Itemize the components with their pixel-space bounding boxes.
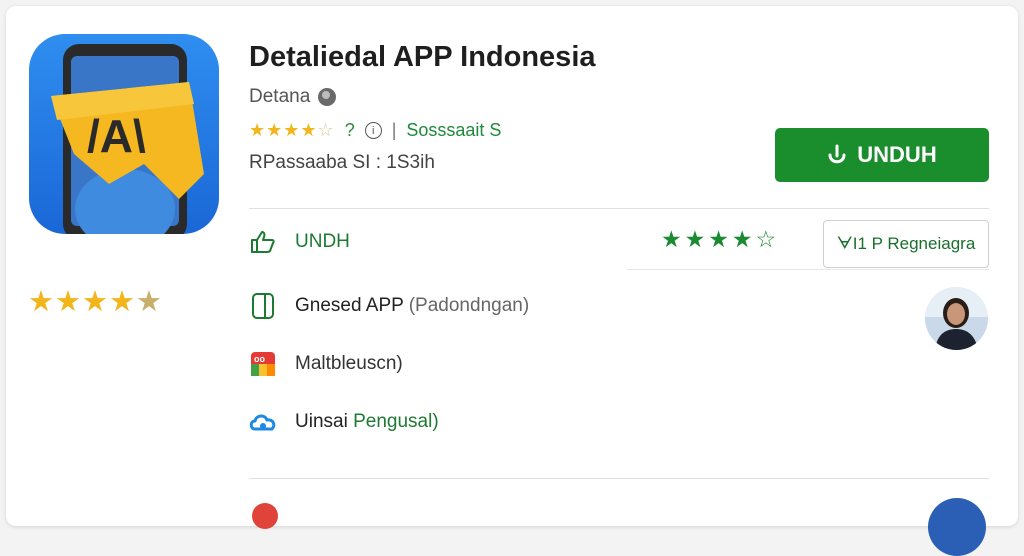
user-row[interactable]: Uinsai Pengusal) (249, 408, 439, 436)
download-label: UNDUH (857, 142, 937, 167)
globe-icon (318, 88, 337, 106)
divider (627, 269, 989, 270)
shared-sub: (Padondngan) (408, 295, 530, 316)
report-label: ᗄI1 P Regneiagra (836, 234, 976, 253)
svg-text:/A\: /A\ (87, 110, 146, 162)
downloads-count: Sosssaait S (406, 120, 502, 140)
partial-avatar[interactable] (928, 498, 986, 556)
shared-label: Gnesed APP (295, 295, 404, 316)
download-icon (828, 144, 846, 164)
green-rating-stars[interactable]: ★★★★☆ (661, 228, 779, 251)
svg-text:oo: oo (254, 354, 265, 364)
multi-label: Maltbleuscn) (295, 353, 403, 374)
user-sub: Pengusal) (353, 411, 439, 432)
app-title: Detaliedal APP Indonesia (249, 41, 596, 73)
action-row[interactable]: UNDH (249, 228, 350, 256)
divider (249, 478, 989, 479)
rating-row: ★★★★☆ ? i | Sosssaait S (249, 120, 501, 141)
tablet-icon (249, 292, 277, 320)
multiapp-icon: oo (249, 350, 277, 378)
report-button[interactable]: ᗄI1 P Regneiagra (823, 220, 989, 268)
download-button[interactable]: UNDUH (775, 128, 989, 182)
partial-app-icon[interactable] (252, 503, 278, 529)
developer-name[interactable]: Detana (249, 86, 310, 108)
avatar[interactable] (925, 287, 988, 350)
divider (249, 208, 989, 209)
info-icon[interactable]: i (364, 122, 382, 139)
shared-app-row[interactable]: Gnesed APP (Padondngan) (249, 292, 529, 320)
cloud-icon (249, 408, 277, 436)
app-logo-icon: /A\ (29, 34, 219, 234)
multi-app-row[interactable]: oo Maltbleuscn) (249, 350, 403, 378)
thumbs-up-icon (249, 228, 277, 256)
rating-stars: ★★★★☆ (249, 120, 335, 140)
developer-row: Detana (249, 86, 337, 108)
large-rating-stars: ★★★★★ (28, 286, 163, 318)
rating-number: ? (344, 120, 355, 140)
app-meta: RPassaaba SI : 1S3ih (249, 152, 435, 173)
separator: | (391, 120, 397, 140)
user-label: Uinsai (295, 411, 348, 432)
action-label: UNDH (295, 231, 350, 252)
